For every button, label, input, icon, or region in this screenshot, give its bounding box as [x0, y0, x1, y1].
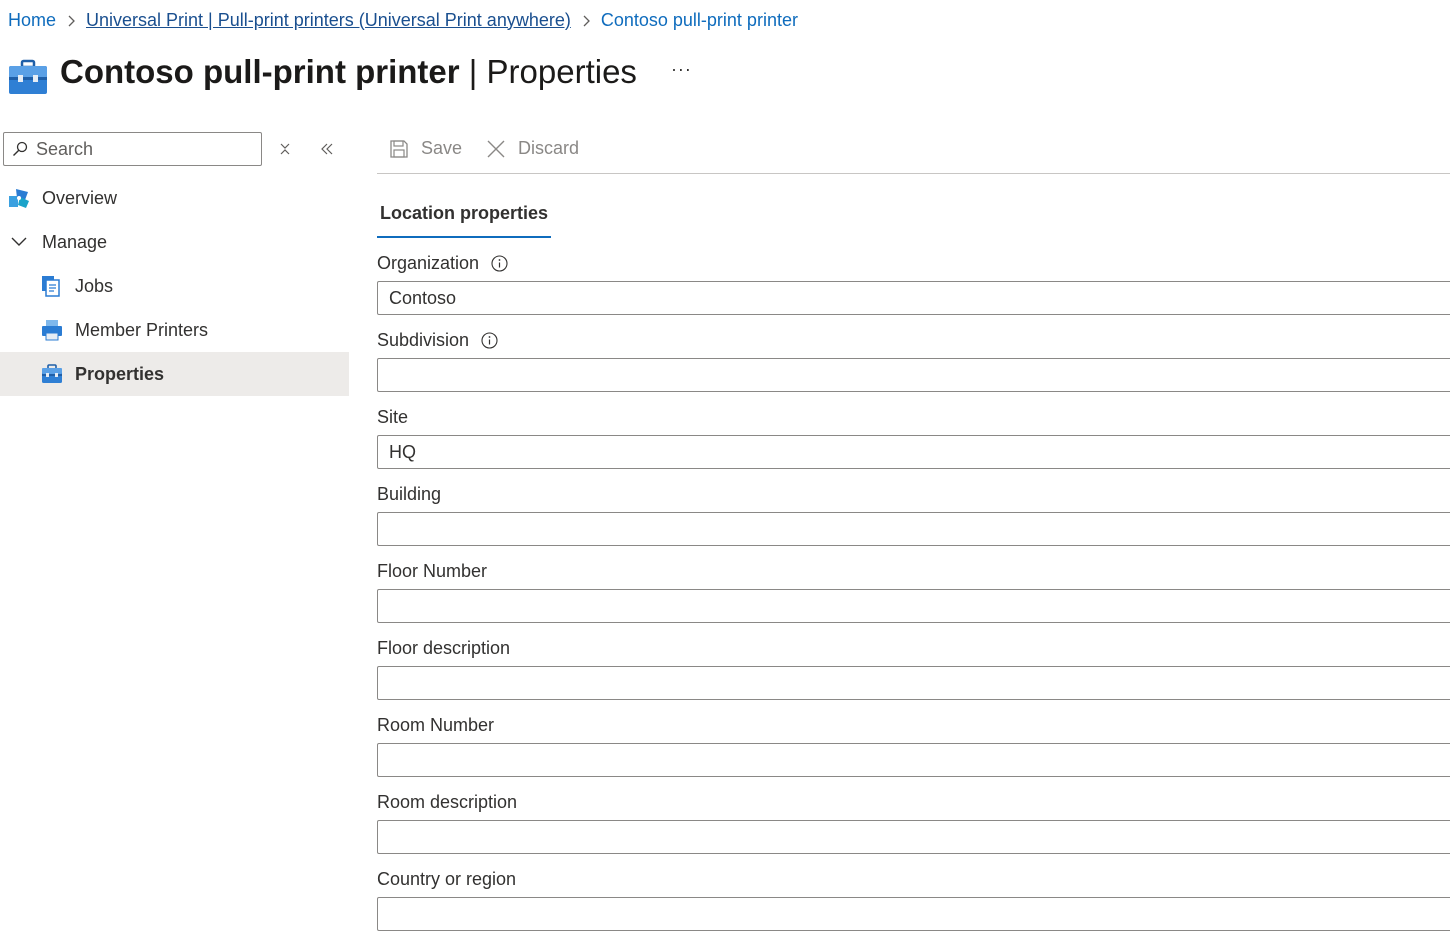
sidebar-item-label: Overview: [42, 187, 118, 208]
info-icon[interactable]: [481, 331, 498, 349]
collapse-arrows-icon: [280, 143, 290, 155]
building-input[interactable]: [377, 512, 1450, 546]
field-label-floor-number: Floor Number: [377, 560, 488, 581]
page-header: Contoso pull-print printer | Properties …: [8, 44, 692, 100]
search-input[interactable]: [36, 138, 256, 160]
sidebar-item-properties[interactable]: Properties: [0, 352, 349, 396]
room-number-input[interactable]: [377, 743, 1450, 777]
page-title-separator: |: [459, 53, 487, 90]
floor-description-input[interactable]: [377, 666, 1450, 700]
field-label-building: Building: [377, 483, 442, 504]
field-floor-number: Floor Number: [377, 558, 1450, 623]
field-label-organization: Organization: [377, 250, 1450, 276]
floor-number-input[interactable]: [377, 589, 1450, 623]
field-label-site: Site: [377, 406, 409, 427]
field-label-subdivision: Subdivision: [377, 327, 1450, 353]
breadcrumb-current[interactable]: Contoso pull-print printer: [601, 10, 798, 31]
sidebar-item-label: Member Printers: [75, 319, 209, 340]
page-title-section: Properties: [486, 53, 637, 90]
command-bar: Save Discard: [377, 124, 1450, 174]
sidebar-nav: Overview Manage Jobs Member Printers Pro…: [0, 176, 349, 396]
sidebar-item-jobs[interactable]: Jobs: [0, 264, 349, 308]
close-icon: [487, 140, 505, 157]
field-label-text: Subdivision: [377, 329, 470, 350]
toolbox-icon: [9, 59, 47, 94]
jobs-icon: [42, 276, 60, 297]
sidebar-group-manage[interactable]: Manage: [0, 220, 349, 264]
field-label-room-description: Room description: [377, 791, 518, 812]
page-title: Contoso pull-print printer | Properties: [60, 53, 637, 91]
field-subdivision: Subdivision: [377, 327, 1450, 392]
overview-icon: [9, 189, 29, 208]
field-room-description: Room description: [377, 789, 1450, 854]
save-label: Save: [421, 138, 463, 158]
double-chevron-left-icon: [321, 143, 333, 155]
field-label-text: Organization: [377, 252, 480, 273]
field-room-number: Room Number: [377, 712, 1450, 777]
sidebar-item-label: Properties: [75, 363, 165, 384]
field-label-floor-description: Floor description: [377, 637, 511, 658]
discard-label: Discard: [518, 138, 580, 158]
save-icon: [390, 139, 408, 158]
sidebar-item-label: Manage: [42, 231, 108, 252]
breadcrumb: Home Universal Print | Pull-print printe…: [8, 8, 798, 32]
field-label-country-or-region: Country or region: [377, 868, 517, 889]
chevron-right-icon: [56, 10, 86, 31]
main-content: Save Discard Location properties Organiz…: [377, 124, 1450, 931]
field-building: Building: [377, 481, 1450, 546]
sidebar-item-overview[interactable]: Overview: [0, 176, 349, 220]
search-box[interactable]: [3, 132, 262, 166]
field-floor-description: Floor description: [377, 635, 1450, 700]
tab-location-properties[interactable]: Location properties: [377, 200, 552, 238]
subdivision-input[interactable]: [377, 358, 1450, 392]
save-button[interactable]: Save: [389, 138, 462, 159]
chevron-down-icon: [8, 231, 30, 253]
toolbox-icon: [42, 364, 62, 383]
printer-icon: [42, 320, 62, 341]
sidebar-item-member-printers[interactable]: Member Printers: [0, 308, 349, 352]
collapse-sidebar-button[interactable]: [316, 138, 338, 160]
info-icon[interactable]: [491, 254, 508, 272]
room-description-input[interactable]: [377, 820, 1450, 854]
breadcrumb-universal-print[interactable]: Universal Print | Pull-print printers (U…: [86, 10, 571, 31]
field-label-room-number: Room Number: [377, 714, 495, 735]
search-icon: [13, 141, 28, 156]
field-site: Site: [377, 404, 1450, 469]
chevron-right-icon: [571, 10, 601, 31]
tab-list: Location properties: [377, 200, 1450, 238]
breadcrumb-home[interactable]: Home: [8, 10, 56, 31]
organization-input[interactable]: [377, 281, 1450, 315]
more-options-button[interactable]: ···: [671, 59, 692, 80]
page-title-main: Contoso pull-print printer: [60, 53, 460, 90]
field-organization: Organization: [377, 250, 1450, 315]
field-country-or-region: Country or region: [377, 866, 1450, 931]
country-or-region-input[interactable]: [377, 897, 1450, 931]
clear-search-button[interactable]: [274, 138, 296, 160]
discard-button[interactable]: Discard: [486, 138, 579, 159]
sidebar-item-label: Jobs: [75, 275, 114, 296]
site-input[interactable]: [377, 435, 1450, 469]
